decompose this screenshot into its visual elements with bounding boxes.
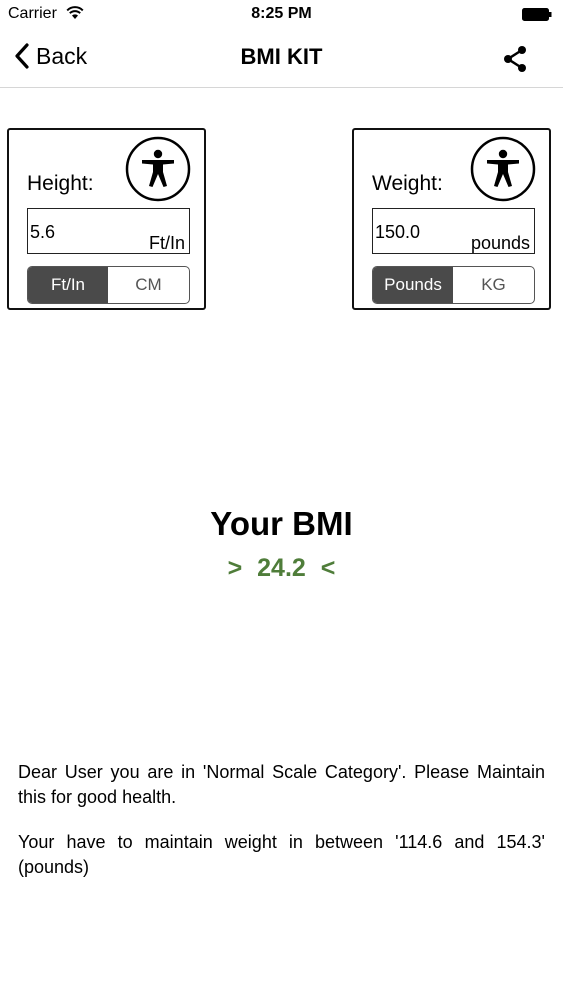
height-label: Height: <box>27 172 94 195</box>
bmi-title: Your BMI <box>210 505 353 542</box>
height-unit-ftin-option[interactable]: Ft/In <box>28 267 108 303</box>
weight-label: Weight: <box>372 172 443 195</box>
weight-unit-pounds-option[interactable]: Pounds <box>373 267 453 303</box>
person-icon <box>125 136 191 202</box>
weight-value: 150.0 <box>375 222 421 242</box>
height-card: Height: 5.6 Ft/In Ft/In CM <box>7 128 206 310</box>
weight-input[interactable]: 150.0 pounds <box>372 208 535 254</box>
bmi-value: 24.2 <box>257 554 306 582</box>
category-message: Dear User you are in 'Normal Scale Categ… <box>18 762 545 807</box>
weight-unit-kg-option[interactable]: KG <box>453 267 534 303</box>
status-time: 8:25 PM <box>251 5 312 22</box>
height-value: 5.6 <box>30 222 56 242</box>
share-icon[interactable] <box>500 44 530 74</box>
height-unit-selector: Ft/In CM <box>27 266 190 304</box>
bmi-result: > 24.2 < <box>0 554 563 583</box>
person-icon <box>470 136 536 202</box>
battery-icon <box>522 8 552 21</box>
weight-card: Weight: 150.0 pounds Pounds KG <box>352 128 551 310</box>
weight-range-message: Your have to maintain weight in between … <box>18 832 545 877</box>
left-marker: > <box>227 554 243 582</box>
weight-unit: pounds <box>470 233 530 253</box>
height-unit: Ft/In <box>148 233 185 253</box>
navigation-bar: Back BMI KIT <box>0 30 563 88</box>
weight-unit-selector: Pounds KG <box>372 266 535 304</box>
page-title: BMI KIT <box>240 44 323 69</box>
height-input[interactable]: 5.6 Ft/In <box>27 208 190 254</box>
right-marker: < <box>320 554 336 582</box>
status-bar: Carrier 8:25 PM <box>0 0 563 30</box>
height-unit-cm-option[interactable]: CM <box>108 267 189 303</box>
